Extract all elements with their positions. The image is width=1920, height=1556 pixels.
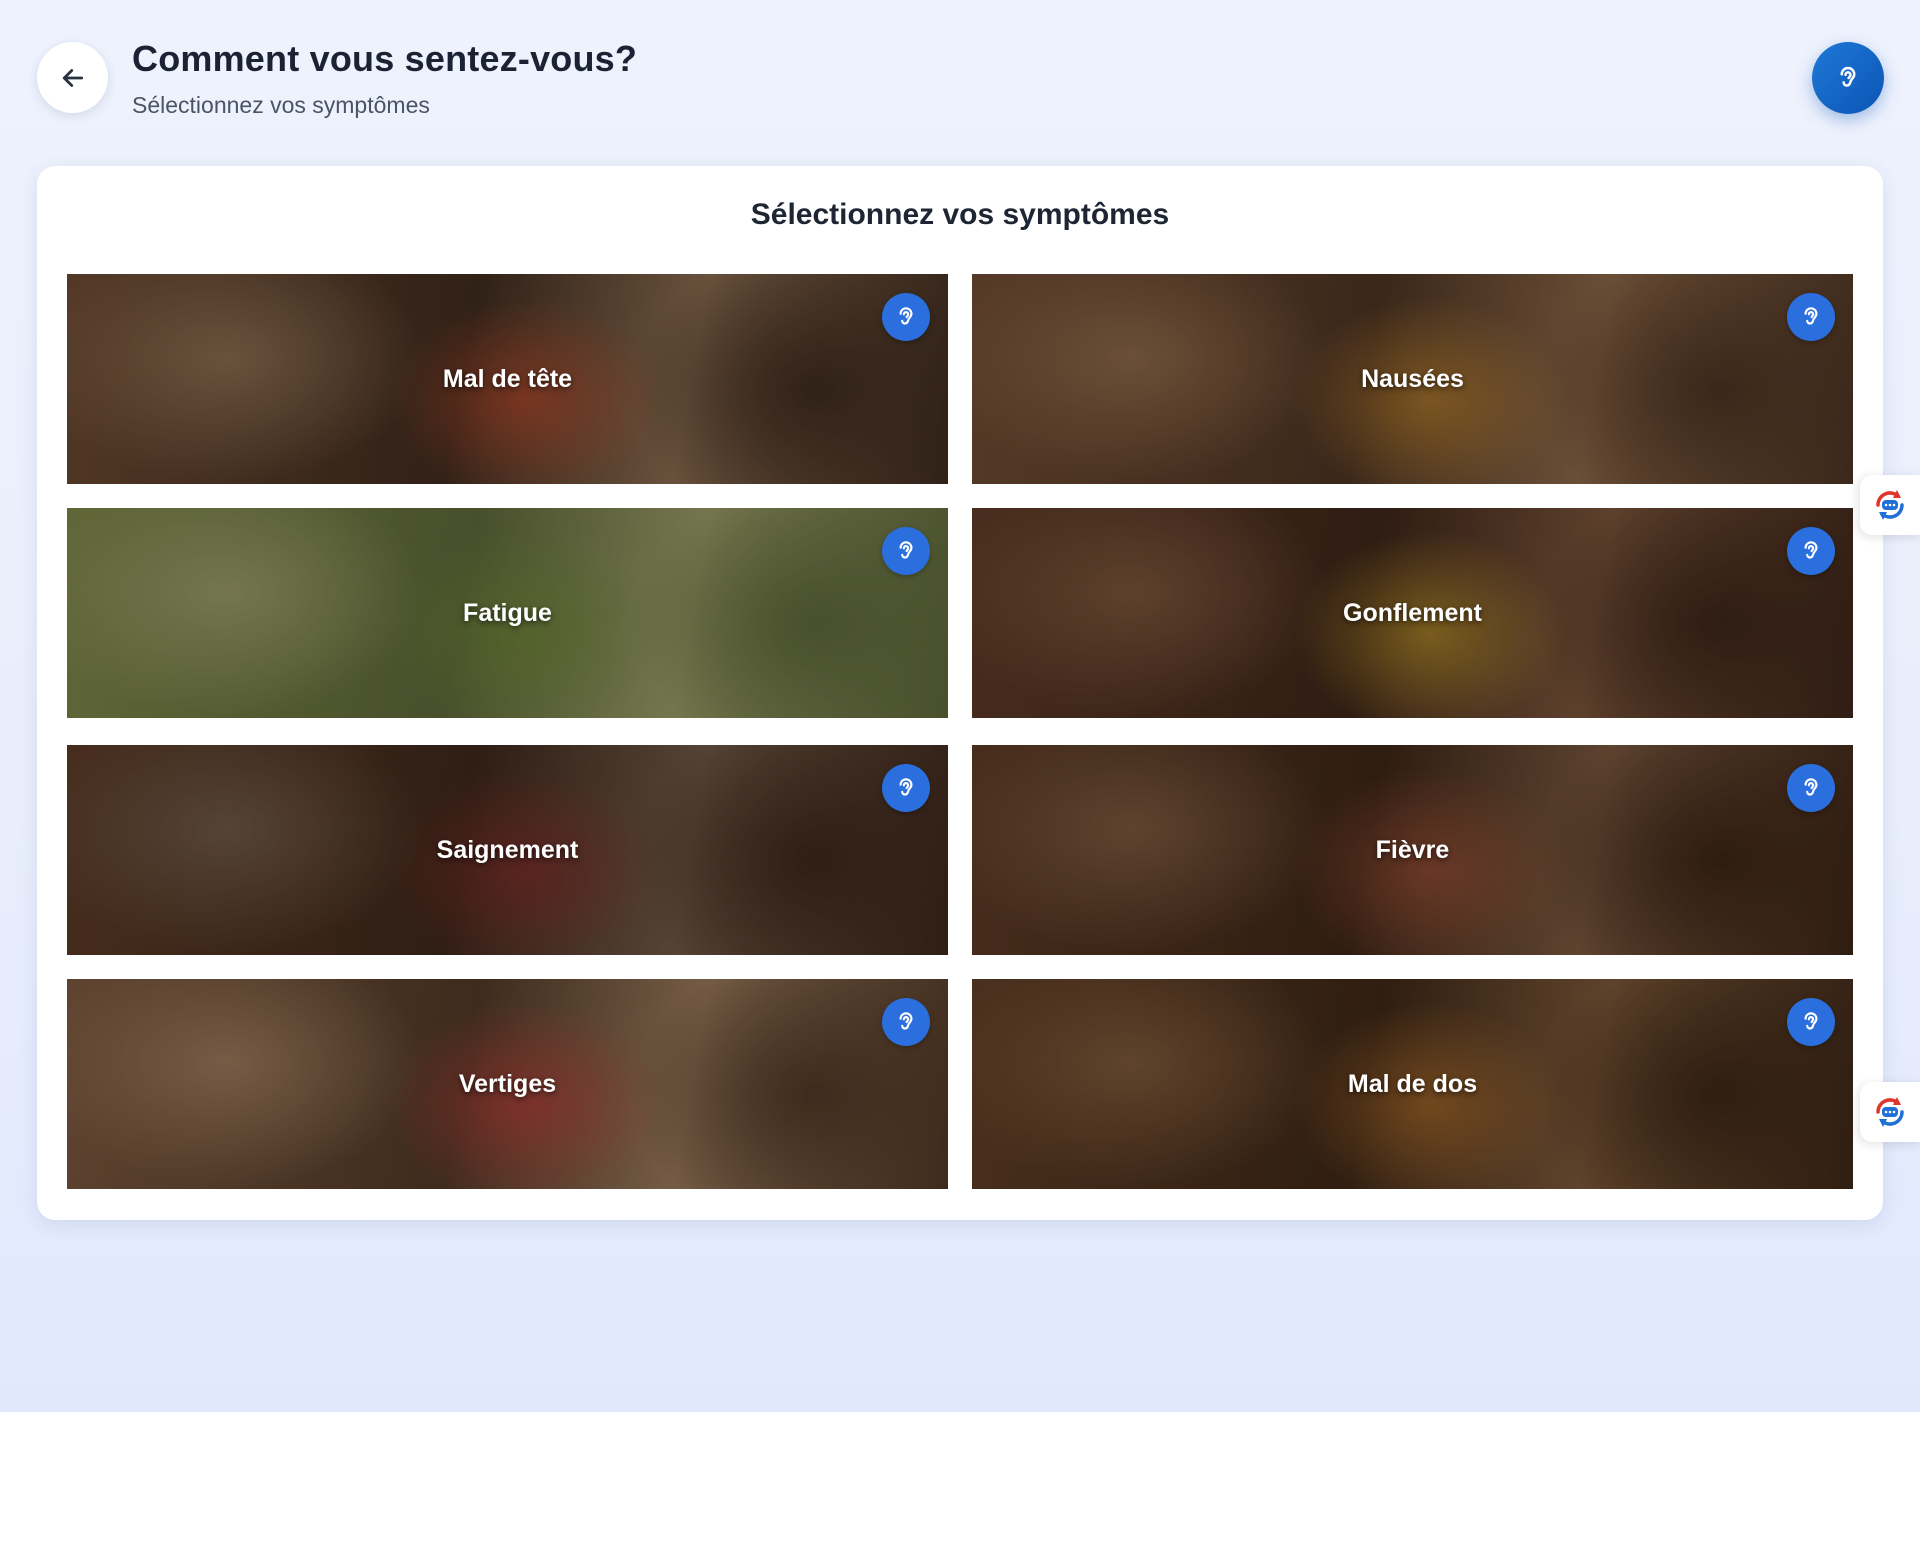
symptom-tile[interactable]: Fièvre [972, 745, 1853, 955]
side-tool-translate-bottom[interactable] [1860, 1082, 1920, 1142]
ear-icon [899, 778, 913, 796]
symptom-card: Sélectionnez vos symptômes Mal de tête Na… [37, 166, 1883, 1220]
card-title: Sélectionnez vos symptômes [750, 198, 1170, 231]
symptom-label: Gonflement [1343, 598, 1482, 627]
page-title: Comment vous sentez-vous? [132, 38, 638, 79]
symptom-label: Mal de tête [442, 364, 573, 393]
ear-icon [1840, 66, 1856, 87]
back-button[interactable] [37, 42, 108, 113]
ear-icon [1804, 778, 1818, 796]
symptom-tile[interactable]: Nausées [972, 274, 1853, 484]
translate-chat-icon [1876, 1097, 1904, 1127]
symptom-label: Fièvre [1375, 835, 1450, 864]
symptom-tile[interactable]: Gonflement [972, 508, 1853, 718]
symptom-tile[interactable]: Vertiges [67, 979, 948, 1189]
ear-icon [899, 541, 913, 559]
listen-symptom-button[interactable] [882, 764, 930, 812]
listen-symptom-button[interactable] [1787, 764, 1835, 812]
listen-symptom-button[interactable] [1787, 527, 1835, 575]
listen-symptom-button[interactable] [882, 293, 930, 341]
symptom-label: Mal de dos [1347, 1069, 1478, 1098]
ear-icon [1804, 541, 1818, 559]
ear-icon [899, 307, 913, 325]
symptom-label: Fatigue [463, 598, 552, 627]
listen-symptom-button[interactable] [1787, 293, 1835, 341]
ear-icon [899, 1012, 913, 1030]
symptom-tile[interactable]: Fatigue [67, 508, 948, 718]
symptom-tile[interactable]: Mal de dos [972, 979, 1853, 1189]
symptom-tile[interactable]: Saignement [67, 745, 948, 955]
symptom-label: Saignement [436, 835, 579, 864]
header-titles: Comment vous sentez-vous? Sélectionnez v… [132, 38, 637, 119]
listen-symptom-button[interactable] [882, 998, 930, 1046]
listen-page-button[interactable] [1812, 42, 1884, 114]
translate-chat-icon [1876, 490, 1904, 520]
ear-icon [1804, 1012, 1818, 1030]
listen-symptom-button[interactable] [882, 527, 930, 575]
listen-symptom-button[interactable] [1787, 998, 1835, 1046]
symptom-tile[interactable]: Mal de tête [67, 274, 948, 484]
page-subtitle: Sélectionnez vos symptômes [132, 92, 430, 118]
app-background: Comment vous sentez-vous? Sélectionnez v… [0, 0, 1920, 1412]
arrow-left-icon [62, 68, 83, 87]
side-tool-translate-top[interactable] [1860, 475, 1920, 535]
ear-icon [1804, 307, 1818, 325]
header: Comment vous sentez-vous? Sélectionnez v… [0, 0, 1920, 160]
symptom-label: Nausées [1361, 364, 1464, 393]
symptom-label: Vertiges [458, 1069, 557, 1098]
